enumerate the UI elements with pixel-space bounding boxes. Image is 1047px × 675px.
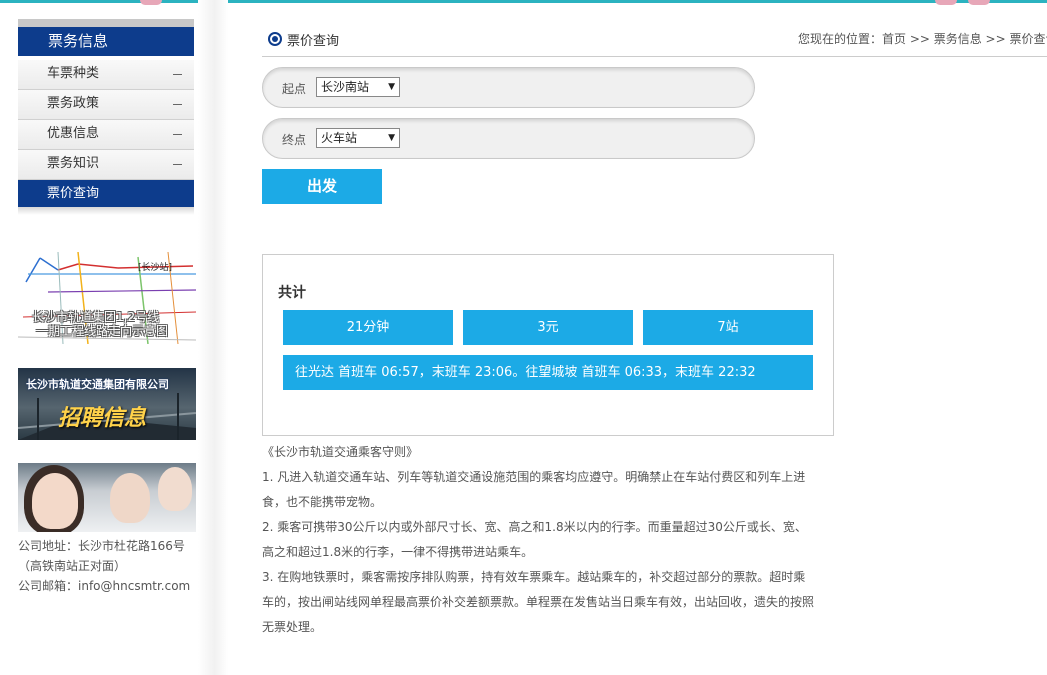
- sidebar-title: 票务信息: [18, 27, 194, 56]
- sidebar-item-label: 优惠信息: [47, 126, 100, 141]
- result-panel: 共计 21分钟 3元 7站 往光达 首班车 06:57，末班车 23:06。往望…: [262, 254, 834, 436]
- end-station-row: 终点 火车站 ▼: [262, 118, 755, 159]
- company-email: 公司邮箱：info@hncsmtr.com: [18, 579, 191, 593]
- sidebar-item-fare-query[interactable]: 票价查询: [18, 180, 194, 210]
- recruitment-title: 招聘信息: [58, 406, 147, 431]
- sidebar-item-ticket-knowledge[interactable]: 票务知识: [18, 150, 194, 180]
- map-tag: [长沙站]: [138, 263, 173, 273]
- service-agent-image: [158, 467, 192, 511]
- start-station-value: 长沙南站: [321, 80, 370, 94]
- breadcrumb: 您现在的位置：首页 >> 票务信息 >> 票价查询: [798, 32, 1047, 46]
- sidebar-item-label: 车票种类: [47, 66, 100, 81]
- service-agent-image: [110, 473, 150, 523]
- depart-button[interactable]: 出发: [262, 169, 382, 204]
- sidebar-item-label: 票价查询: [47, 186, 100, 201]
- sidebar-item-discounts[interactable]: 优惠信息: [18, 120, 194, 150]
- start-label: 起点: [282, 82, 307, 96]
- company-address: 公司地址：长沙市杜花路166号: [18, 539, 185, 553]
- minus-icon: [173, 164, 182, 165]
- minus-icon: [173, 104, 182, 105]
- radio-dot-icon: [268, 32, 282, 46]
- metro-map-banner[interactable]: [长沙站] 长沙市轨道集团1,2号线 一期工程线路走向示意图: [18, 252, 196, 344]
- recruitment-banner[interactable]: 长沙市轨道交通集团有限公司 招聘信息: [18, 368, 196, 440]
- start-station-row: 起点 长沙南站 ▼: [262, 67, 755, 108]
- minus-icon: [173, 74, 182, 75]
- travel-time: 21分钟: [283, 310, 453, 345]
- first-last-train-info: 往光达 首班车 06:57，末班车 23:06。往望城坡 首班车 06:33，末…: [283, 355, 813, 390]
- top-decoration: [935, 0, 957, 5]
- rule-item: 2. 乘客可携带30公斤以内或外部尺寸长、宽、高之和1.8米以内的行李。而重量超…: [262, 520, 807, 559]
- company-address-note: （高铁南站正对面）: [18, 559, 127, 573]
- contact-info: 公司地址：长沙市杜花路166号 （高铁南站正对面） 公司邮箱：info@hncs…: [18, 536, 208, 596]
- recruitment-company: 长沙市轨道交通集团有限公司: [26, 378, 169, 391]
- passenger-rules: 《长沙市轨道交通乘客守则》 1. 凡进入轨道交通车站、列车等轨道交通设施范围的乘…: [262, 440, 817, 640]
- rule-item: 3. 在购地铁票时，乘客需按序排队购票，持有效车票乘车。越站乘车的，补交超过部分…: [262, 570, 815, 634]
- total-label: 共计: [278, 285, 306, 301]
- sidebar-item-ticket-policy[interactable]: 票务政策: [18, 90, 194, 120]
- dropdown-arrow-icon: ▼: [388, 82, 395, 92]
- fare-price: 3元: [463, 310, 633, 345]
- rule-item: 1. 凡进入轨道交通车站、列车等轨道交通设施范围的乘客均应遵守。明确禁止在车站付…: [262, 470, 806, 509]
- start-station-select[interactable]: 长沙南站 ▼: [316, 77, 400, 97]
- end-label: 终点: [282, 133, 307, 147]
- sidebar-top-bar: [18, 19, 194, 27]
- service-agent-face: [32, 473, 78, 529]
- end-station-value: 火车站: [321, 131, 358, 145]
- sidebar-menu: 车票种类 票务政策 优惠信息 票务知识 票价查询: [18, 60, 194, 210]
- map-banner-line2: 一期工程线路走向示意图: [36, 324, 169, 338]
- sidebar-item-label: 票务知识: [47, 156, 100, 171]
- top-decoration: [968, 0, 990, 5]
- minus-icon: [173, 134, 182, 135]
- top-decoration: [140, 0, 162, 5]
- rules-title: 《长沙市轨道交通乘客守则》: [262, 445, 419, 459]
- sidebar-item-ticket-types[interactable]: 车票种类: [18, 60, 194, 90]
- end-station-select[interactable]: 火车站 ▼: [316, 128, 400, 148]
- sidebar-item-label: 票务政策: [47, 96, 100, 111]
- page-title: 票价查询: [287, 34, 340, 49]
- sidebar-bottom-shadow: [18, 207, 194, 215]
- station-count: 7站: [643, 310, 813, 345]
- divider: [262, 56, 1047, 57]
- customer-service-banner[interactable]: [18, 463, 196, 532]
- dropdown-arrow-icon: ▼: [388, 133, 395, 143]
